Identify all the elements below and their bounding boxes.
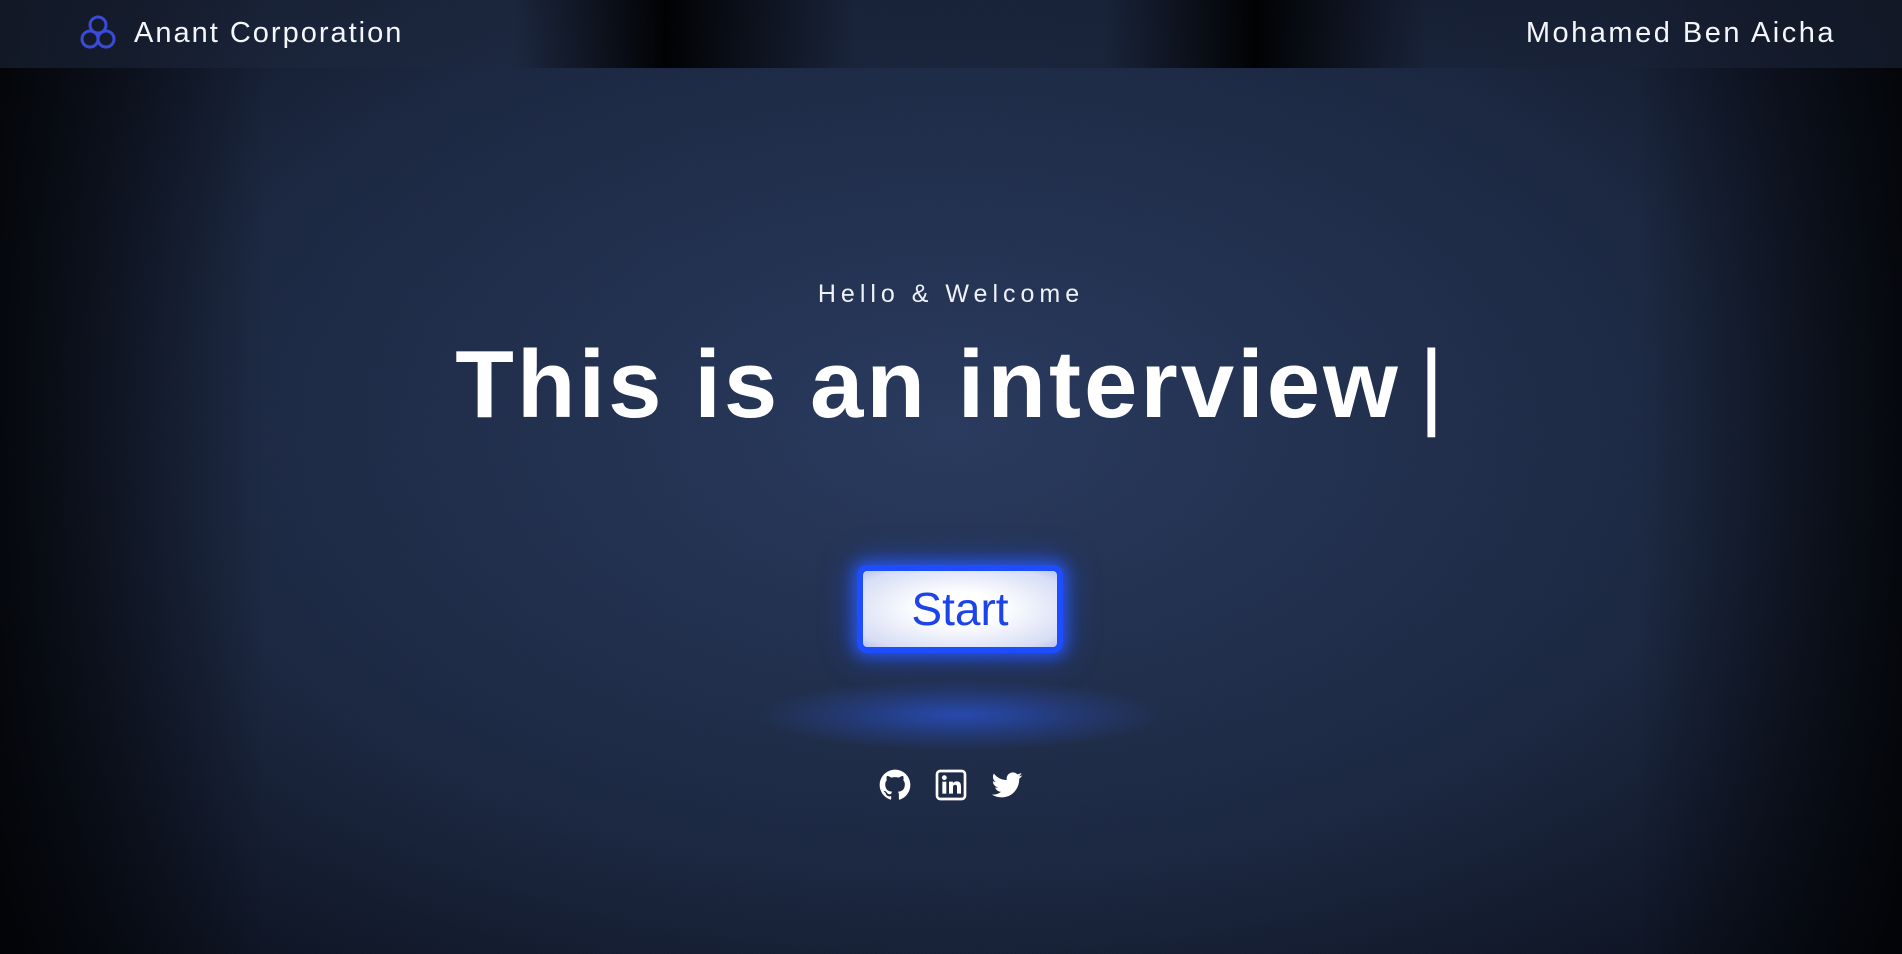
social-links [0, 768, 1902, 802]
triquetra-icon [80, 15, 116, 49]
headline: This is an interview | [0, 330, 1902, 440]
user-name: Mohamed Ben Aicha [1525, 17, 1836, 49]
twitter-link[interactable] [990, 768, 1024, 802]
button-glow [760, 680, 1160, 750]
typing-cursor: | [1418, 331, 1447, 438]
brand[interactable]: Anant Corporation [78, 14, 403, 52]
linkedin-icon [935, 769, 967, 801]
twitter-icon [991, 772, 1023, 798]
github-icon [879, 769, 911, 800]
github-link[interactable] [878, 768, 912, 802]
background-vignette [0, 0, 1902, 954]
linkedin-link[interactable] [934, 768, 968, 802]
brand-name: Anant Corporation [134, 16, 404, 49]
top-bar: Anant Corporation Mohamed Ben Aicha [0, 0, 1902, 68]
start-button[interactable]: Start [857, 565, 1063, 653]
greeting-text: Hello & Welcome [817, 280, 1085, 308]
headline-text: This is an interview [455, 331, 1401, 438]
